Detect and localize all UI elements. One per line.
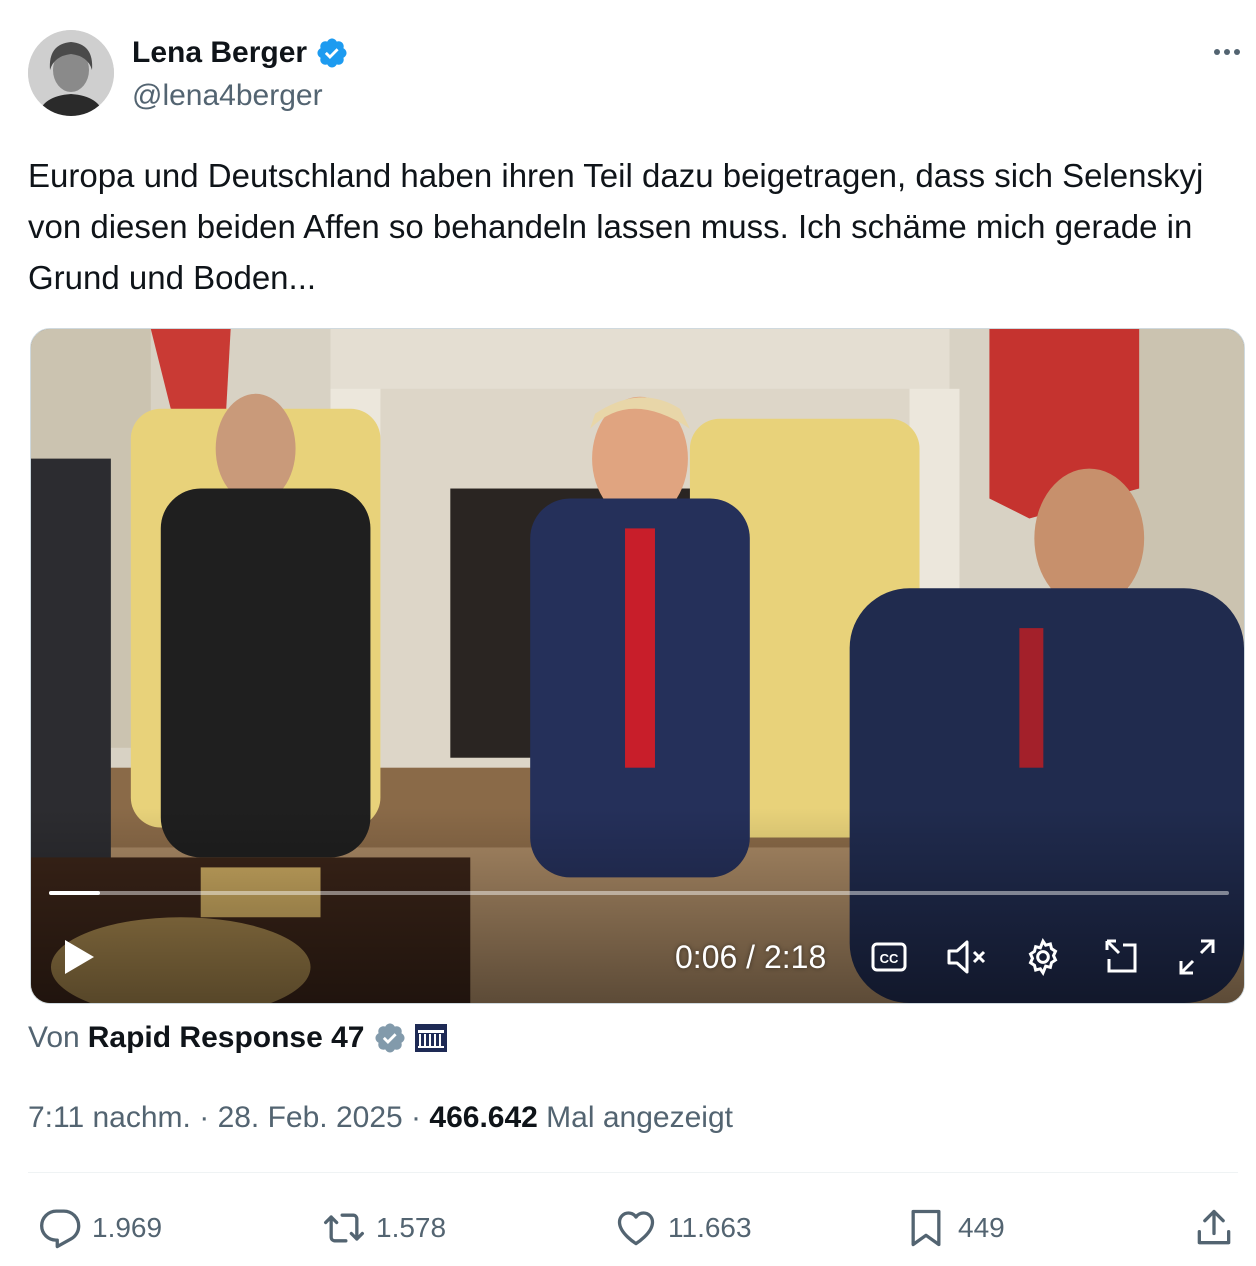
video-source[interactable]: Von Rapid Response 47 xyxy=(28,1018,447,1058)
divider xyxy=(28,1172,1238,1173)
avatar[interactable] xyxy=(28,30,114,116)
tweet-text: Europa und Deutschland haben ihren Teil … xyxy=(28,157,1204,296)
bookmark-count: 449 xyxy=(958,1212,1005,1243)
repost-icon xyxy=(324,1213,364,1243)
fullscreen-button[interactable] xyxy=(1175,935,1219,979)
video-progress-fill xyxy=(49,891,100,895)
settings-button[interactable] xyxy=(1021,935,1065,979)
pip-button[interactable] xyxy=(1099,935,1143,979)
repost-count: 1.578 xyxy=(376,1212,447,1243)
share-icon xyxy=(1197,1209,1231,1245)
reply-icon xyxy=(40,1209,81,1249)
repost-button[interactable]: 1.578 xyxy=(322,1200,446,1256)
reply-count: 1.969 xyxy=(92,1212,163,1243)
tweet-date[interactable]: 28. Feb. 2025 xyxy=(218,1101,403,1134)
like-button[interactable]: 11.663 xyxy=(614,1200,752,1256)
video-frame xyxy=(31,329,1244,1003)
verified-gray-badge-icon xyxy=(374,1023,405,1053)
separator: · xyxy=(402,1101,430,1134)
video-player[interactable]: 0:06 / 2:18 CC xyxy=(30,328,1245,1004)
picture-in-picture-icon xyxy=(1105,939,1137,973)
source-name[interactable]: Rapid Response 47 xyxy=(88,1018,365,1058)
author-handle[interactable]: @lena4berger xyxy=(132,78,323,114)
bookmark-icon xyxy=(911,1209,941,1247)
view-label: Mal angezeigt xyxy=(537,1101,733,1134)
reply-button[interactable]: 1.969 xyxy=(38,1200,162,1256)
tweet-meta: 7:11 nachm. · 28. Feb. 2025 · 466.642 Ma… xyxy=(28,1098,733,1138)
bookmark-button[interactable]: 449 xyxy=(904,1200,1005,1256)
tweet-time[interactable]: 7:11 nachm. xyxy=(28,1101,191,1134)
share-button[interactable] xyxy=(1192,1200,1236,1256)
tweet-actions: 1.969 1.578 11.663 449 xyxy=(0,1200,1256,1256)
mute-button[interactable] xyxy=(945,937,989,977)
muted-speaker-icon xyxy=(947,940,986,974)
captions-button[interactable]: CC xyxy=(869,937,909,977)
play-button[interactable] xyxy=(57,935,101,979)
gear-icon xyxy=(1028,937,1058,977)
separator: · xyxy=(190,1101,218,1134)
verified-badge-icon xyxy=(317,38,347,68)
video-progress-bar[interactable] xyxy=(49,891,1229,895)
dot-icon xyxy=(1234,49,1240,55)
more-options-button[interactable] xyxy=(1206,36,1248,68)
view-count: 466.642 xyxy=(429,1101,538,1134)
captions-label: CC xyxy=(880,951,899,966)
dot-icon xyxy=(1214,49,1220,55)
author-name-row[interactable]: Lena Berger xyxy=(132,34,349,72)
captions-icon: CC xyxy=(871,942,907,972)
source-prefix: Von xyxy=(28,1021,80,1054)
heart-icon xyxy=(617,1211,655,1246)
fullscreen-icon xyxy=(1179,939,1215,975)
play-icon xyxy=(65,940,94,974)
video-time: 0:06 / 2:18 xyxy=(675,939,827,975)
white-house-icon xyxy=(414,1024,447,1052)
avatar-image xyxy=(28,30,114,116)
like-count: 11.663 xyxy=(668,1212,752,1243)
author-name[interactable]: Lena Berger xyxy=(132,34,307,72)
dot-icon xyxy=(1224,49,1230,55)
